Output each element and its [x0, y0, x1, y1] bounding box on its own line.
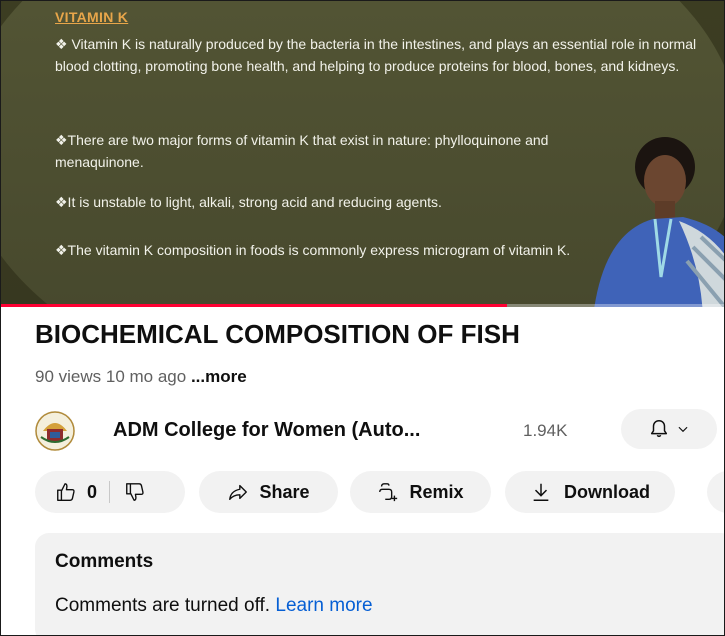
share-icon	[229, 484, 248, 501]
channel-row: ADM College for Women (Auto... 1.94K	[35, 409, 724, 453]
comments-disabled-message: Comments are turned off. Learn more	[55, 595, 373, 616]
share-button[interactable]: Share	[199, 471, 338, 513]
more-link[interactable]: ...more	[191, 367, 247, 386]
college-emblem-icon	[35, 411, 75, 451]
channel-name[interactable]: ADM College for Women (Auto...	[113, 419, 420, 442]
channel-avatar[interactable]	[35, 411, 75, 451]
slide-paragraph: ❖The vitamin K composition in foods is c…	[55, 242, 571, 258]
action-bar: 0 Share Remix Download	[35, 471, 724, 515]
like-dislike-group: 0	[35, 471, 185, 513]
download-button[interactable]: Download	[505, 471, 675, 513]
thumbs-up-icon	[57, 483, 75, 501]
video-player[interactable]: VITAMIN K ❖ Vitamin K is naturally produ…	[1, 1, 724, 307]
slide-paragraph: ❖ Vitamin K is naturally produced by the…	[55, 36, 697, 74]
chevron-down-icon	[678, 426, 688, 433]
dislike-button[interactable]	[124, 481, 146, 503]
remix-label: Remix	[409, 481, 464, 502]
slide-title: VITAMIN K	[55, 9, 129, 25]
remix-icon	[379, 483, 398, 502]
presenter-image	[594, 137, 724, 307]
bell-icon	[650, 420, 668, 438]
remix-button[interactable]: Remix	[350, 471, 491, 513]
view-count: 90 views	[35, 367, 102, 386]
comments-title: Comments	[55, 551, 154, 572]
download-label: Download	[564, 481, 650, 502]
progress-bar[interactable]	[1, 304, 724, 307]
more-actions-button[interactable]	[707, 471, 724, 513]
like-count: 0	[87, 481, 98, 502]
share-label: Share	[259, 481, 310, 502]
divider	[109, 481, 111, 503]
slide-paragraph: ❖There are two major forms of vitamin K …	[55, 132, 549, 170]
notification-button[interactable]	[621, 409, 717, 449]
progress-fill	[1, 304, 508, 307]
thumbs-down-icon	[126, 483, 144, 501]
app-frame: VITAMIN K ❖ Vitamin K is naturally produ…	[0, 0, 725, 636]
upload-age: 10 mo ago	[105, 367, 187, 386]
subscriber-count: 1.94K	[523, 421, 568, 440]
video-meta[interactable]: 90 views 10 mo ago ...more	[35, 367, 247, 387]
like-button[interactable]: 0	[35, 481, 97, 503]
download-icon	[533, 483, 549, 501]
comments-section[interactable]: Comments Comments are turned off. Learn …	[35, 533, 724, 635]
learn-more-link[interactable]: Learn more	[275, 595, 372, 616]
video-title: BIOCHEMICAL COMPOSITION OF FISH	[35, 319, 520, 349]
